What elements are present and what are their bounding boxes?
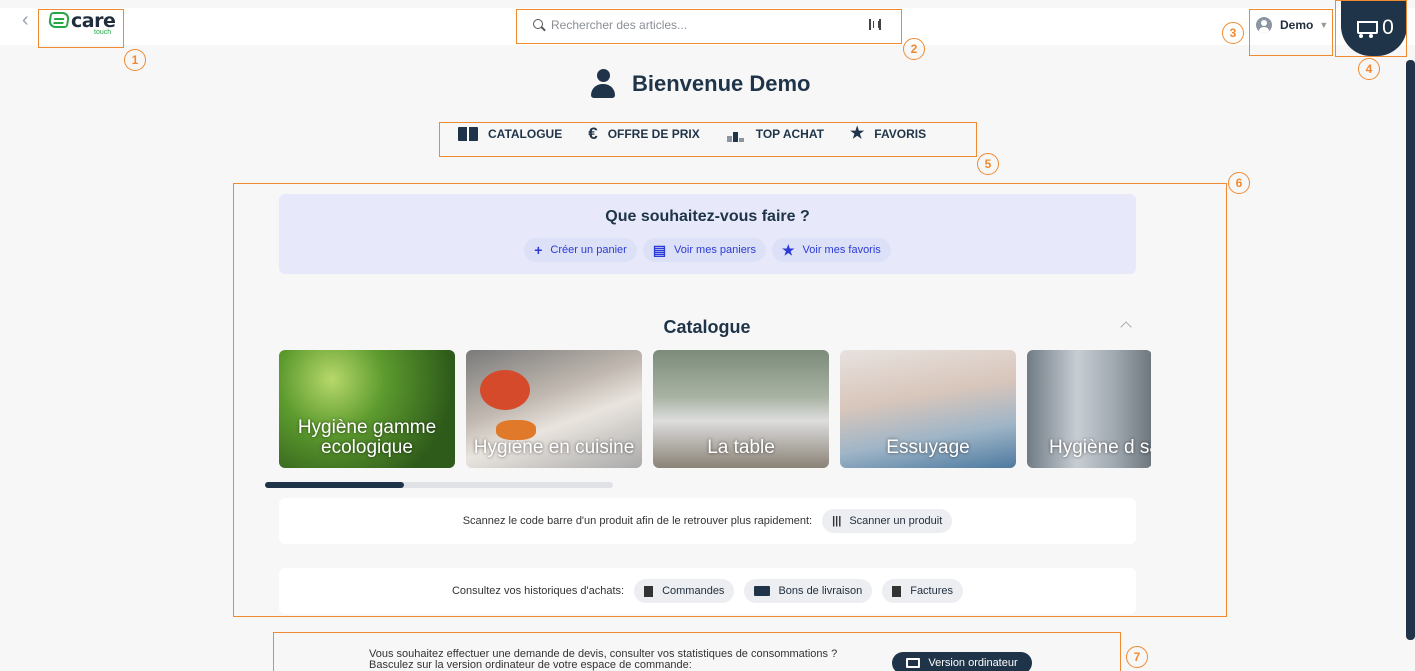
welcome-heading: Bienvenue Demo — [590, 69, 811, 99]
annotation-box-5 — [439, 122, 977, 157]
annotation-number: 3 — [1222, 22, 1244, 44]
annotation-box-1 — [38, 9, 124, 48]
annotation-box-2 — [516, 9, 902, 44]
chevron-left-icon[interactable]: ‹ — [22, 10, 29, 30]
annotation-box-7 — [273, 632, 1121, 671]
annotation-number: 5 — [977, 153, 999, 175]
annotation-box-3 — [1249, 9, 1333, 56]
page-scrollbar[interactable] — [1406, 60, 1415, 640]
annotation-box-4 — [1335, 0, 1407, 57]
annotation-number: 4 — [1358, 58, 1380, 80]
user-icon — [590, 69, 616, 99]
annotation-number: 1 — [124, 49, 146, 71]
annotation-number: 6 — [1228, 172, 1250, 194]
annotation-number: 2 — [903, 38, 925, 60]
annotation-box-6 — [233, 183, 1227, 617]
welcome-title: Bienvenue Demo — [632, 71, 811, 96]
annotation-number: 7 — [1126, 646, 1148, 668]
